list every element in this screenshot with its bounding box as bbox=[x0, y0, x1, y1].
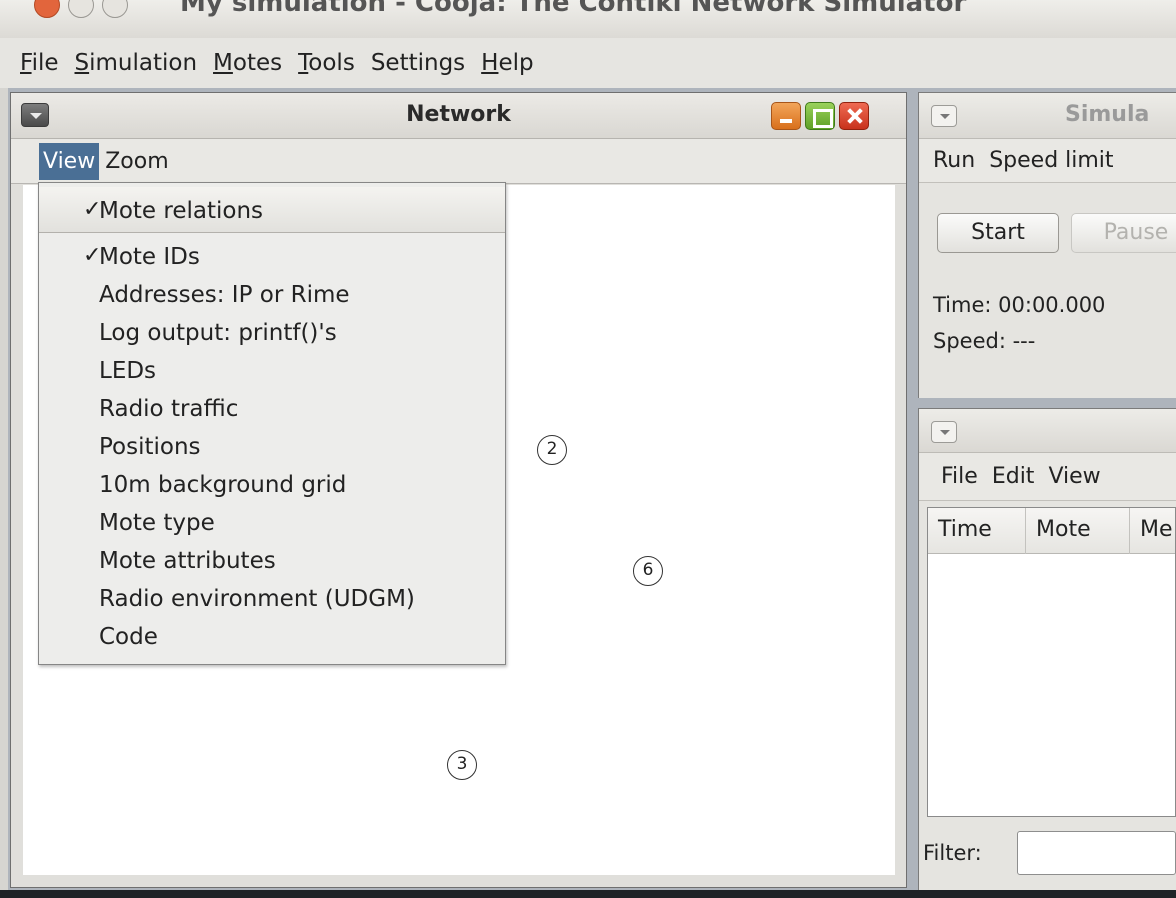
menu-tools[interactable]: Tools bbox=[298, 50, 355, 76]
menu-item-code[interactable]: Code bbox=[39, 617, 505, 655]
view-dropdown-menu: ✓ Mote relations ✓ Mote IDs Addresses: I… bbox=[38, 182, 506, 665]
mote-output-titlebar[interactable] bbox=[919, 409, 1176, 453]
simulation-control-title: Simula bbox=[1065, 102, 1150, 127]
menu-motes[interactable]: Motes bbox=[213, 50, 282, 76]
network-menubar: View Zoom bbox=[11, 139, 906, 184]
column-header-mote[interactable]: Mote bbox=[1026, 508, 1130, 554]
menu-item-addresses[interactable]: Addresses: IP or Rime bbox=[39, 275, 505, 313]
menu-file-mnemonic: F bbox=[20, 50, 32, 76]
speed-readout: Speed: --- bbox=[933, 329, 1036, 353]
frame-menu-icon[interactable] bbox=[931, 105, 957, 127]
menu-help[interactable]: Help bbox=[481, 50, 533, 76]
column-header-time[interactable]: Time bbox=[928, 508, 1026, 554]
mote-3[interactable]: 3 bbox=[447, 750, 477, 780]
menu-motes-mnemonic: M bbox=[213, 50, 233, 76]
menu-item-radio-traffic[interactable]: Radio traffic bbox=[39, 389, 505, 427]
window-minimize-button[interactable] bbox=[68, 0, 94, 18]
window-buttons bbox=[34, 0, 128, 18]
menu-item-label: Code bbox=[99, 624, 158, 650]
menu-item-label: LEDs bbox=[99, 358, 157, 384]
menu-item-label: Radio environment (UDGM) bbox=[99, 586, 415, 612]
os-titlebar: My simulation - Cooja: The Contiki Netwo… bbox=[0, 0, 1176, 38]
menu-item-label: Addresses: IP or Rime bbox=[99, 282, 350, 308]
menu-motes-label: otes bbox=[232, 50, 283, 76]
menu-help-label: elp bbox=[498, 50, 534, 76]
menu-simulation[interactable]: Simulation bbox=[75, 50, 198, 76]
menu-file-label: ile bbox=[31, 50, 59, 76]
menu-item-mote-relations[interactable]: ✓ Mote relations bbox=[39, 187, 505, 233]
menu-item-label: Log output: printf()'s bbox=[99, 320, 337, 346]
table-header: Time Mote Me bbox=[928, 508, 1175, 554]
menu-simulation-label: imulation bbox=[89, 50, 198, 76]
menu-speed-limit[interactable]: Speed limit bbox=[989, 148, 1113, 173]
time-readout: Time: 00:00.000 bbox=[933, 293, 1106, 317]
menu-file[interactable]: File bbox=[20, 50, 59, 76]
simulation-control-window: Simula Run Speed limit Start Pause Time:… bbox=[918, 92, 1176, 398]
mote-2[interactable]: 2 bbox=[537, 435, 567, 465]
app-menubar: File Simulation Motes Tools Settings Hel… bbox=[0, 38, 1176, 88]
menu-item-log-output[interactable]: Log output: printf()'s bbox=[39, 313, 505, 351]
minimize-icon[interactable] bbox=[771, 102, 801, 130]
menu-item-mote-type[interactable]: Mote type bbox=[39, 503, 505, 541]
network-menu-zoom[interactable]: Zoom bbox=[101, 143, 172, 180]
menu-item-label: 10m background grid bbox=[99, 472, 347, 498]
window-close-button[interactable] bbox=[34, 0, 60, 18]
menu-item-label: Radio traffic bbox=[99, 396, 239, 422]
mote-6[interactable]: 6 bbox=[633, 556, 663, 586]
bottom-edge bbox=[0, 890, 1176, 898]
menu-tools-mnemonic: T bbox=[298, 50, 309, 76]
menu-settings-label: Settings bbox=[370, 50, 466, 76]
pause-button[interactable]: Pause bbox=[1071, 213, 1176, 253]
menu-help-mnemonic: H bbox=[481, 50, 499, 76]
maximize-icon[interactable] bbox=[805, 102, 835, 130]
menu-item-background-grid[interactable]: 10m background grid bbox=[39, 465, 505, 503]
menu-settings[interactable]: Settings bbox=[371, 50, 465, 76]
menu-item-label: Positions bbox=[99, 434, 201, 460]
network-menu-view[interactable]: View bbox=[39, 142, 100, 180]
menu-view[interactable]: View bbox=[1048, 464, 1100, 489]
window-maximize-button[interactable] bbox=[102, 0, 128, 18]
menu-simulation-mnemonic: S bbox=[74, 50, 90, 76]
menu-item-label: Mote attributes bbox=[99, 548, 276, 574]
mote-output-window: File Edit View Time Mote Me Filter: bbox=[918, 408, 1176, 890]
window-title: My simulation - Cooja: The Contiki Netwo… bbox=[180, 0, 967, 18]
filter-input[interactable] bbox=[1017, 831, 1176, 875]
menu-item-label: Mote type bbox=[99, 510, 215, 536]
start-button[interactable]: Start bbox=[937, 213, 1059, 253]
menu-run[interactable]: Run bbox=[933, 148, 975, 173]
menu-item-mote-ids[interactable]: ✓ Mote IDs bbox=[39, 237, 505, 275]
frame-menu-icon[interactable] bbox=[931, 421, 957, 443]
menu-item-label: Mote relations bbox=[99, 198, 264, 224]
mote-output-menubar: File Edit View bbox=[919, 453, 1176, 501]
menu-item-leds[interactable]: LEDs bbox=[39, 351, 505, 389]
filter-label: Filter: bbox=[923, 841, 982, 865]
column-header-message[interactable]: Me bbox=[1130, 508, 1176, 554]
mote-output-table[interactable]: Time Mote Me bbox=[927, 507, 1176, 817]
menu-edit[interactable]: Edit bbox=[992, 464, 1035, 489]
menu-item-radio-environment[interactable]: Radio environment (UDGM) bbox=[39, 579, 505, 617]
network-titlebar[interactable]: Network bbox=[11, 93, 906, 139]
menu-file[interactable]: File bbox=[941, 464, 978, 489]
simulation-control-menubar: Run Speed limit bbox=[919, 139, 1176, 183]
simulation-control-titlebar[interactable]: Simula bbox=[919, 93, 1176, 139]
menu-item-label: Mote IDs bbox=[99, 244, 200, 270]
menu-tools-label: ools bbox=[308, 50, 355, 76]
menu-item-mote-attributes[interactable]: Mote attributes bbox=[39, 541, 505, 579]
close-icon[interactable] bbox=[839, 102, 869, 130]
menu-item-positions[interactable]: Positions bbox=[39, 427, 505, 465]
